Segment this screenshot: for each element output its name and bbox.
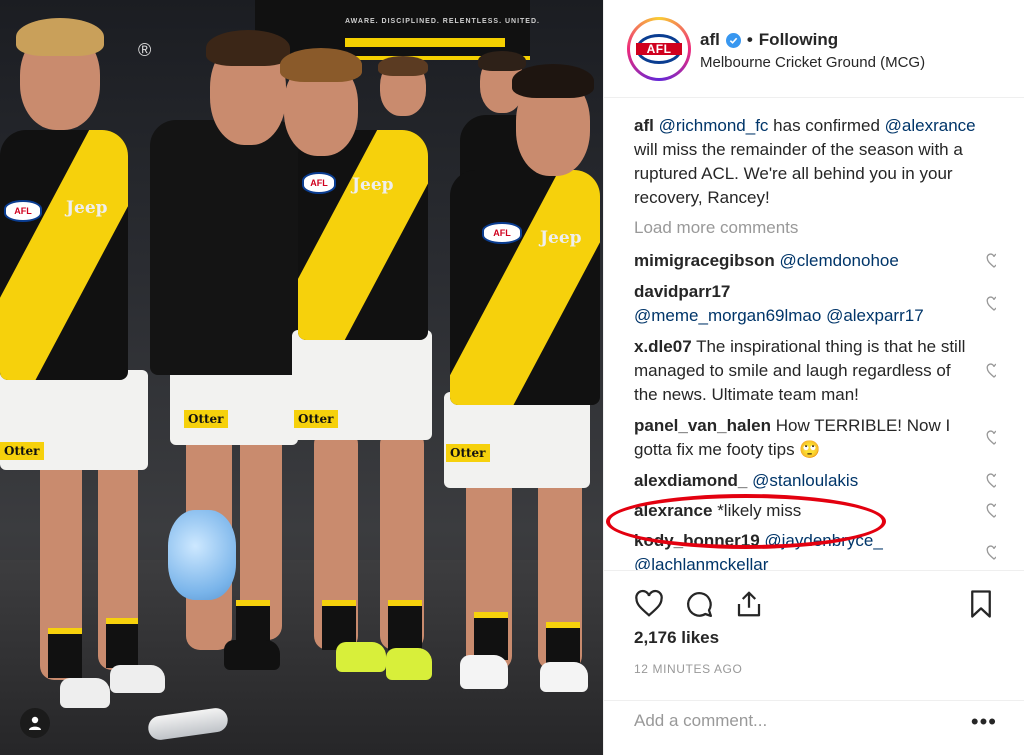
shorts-sponsor: Otter <box>184 410 228 428</box>
more-options-button[interactable]: ••• <box>971 709 997 735</box>
header-username[interactable]: afl <box>700 30 720 50</box>
comment-composer: Add a comment... ••• <box>604 700 1024 755</box>
comment-item: kody_bonner19 @jaydenbryce_ @lachlanmcke… <box>634 529 996 570</box>
comment-item: alexdiamond_ @stanloulakis <box>634 469 996 493</box>
banner-stripe <box>345 38 505 47</box>
comments-list[interactable]: afl @richmond_fc has confirmed @alexranc… <box>634 114 996 570</box>
afl-logo: AFL <box>636 34 682 64</box>
heart-icon[interactable] <box>986 473 996 489</box>
comment-item: panel_van_halen How TERRIBLE! Now I gott… <box>634 414 996 462</box>
heart-icon[interactable] <box>986 253 996 269</box>
comment-icon[interactable] <box>684 589 714 619</box>
comment-item: davidparr17 @meme_morgan69lmao @alexparr… <box>634 280 996 328</box>
afl-badge: AFL <box>482 222 522 244</box>
ice-bag <box>168 510 236 600</box>
post-caption: afl @richmond_fc has confirmed @alexranc… <box>634 114 996 210</box>
avatar[interactable]: AFL <box>627 17 691 81</box>
caption-text: has confirmed <box>768 116 885 135</box>
comment-mention[interactable]: @meme_morgan69lmao @alexparr17 <box>634 306 924 325</box>
comment-text: *likely miss <box>717 501 802 520</box>
jersey-sponsor: Jeep <box>352 175 394 195</box>
caption-mention[interactable]: @richmond_fc <box>659 116 769 135</box>
comment-item: mimigracegibson @clemdonohoe <box>634 249 996 273</box>
comment-item-highlighted: alexrance *likely miss <box>634 499 996 523</box>
jersey-sponsor: Jeep <box>540 228 582 248</box>
comment-username[interactable]: alexrance <box>634 501 712 520</box>
location-link[interactable]: Melbourne Cricket Ground (MCG) <box>700 54 925 71</box>
comment-username[interactable]: alexdiamond_ <box>634 471 747 490</box>
registered-mark: ® <box>138 40 152 60</box>
comment-username[interactable]: x.dle07 <box>634 337 692 356</box>
heart-icon[interactable] <box>986 430 996 446</box>
bookmark-icon[interactable] <box>966 589 996 619</box>
comment-mention[interactable]: @stanloulakis <box>752 471 858 490</box>
heart-icon[interactable] <box>986 296 996 312</box>
comment-username[interactable]: panel_van_halen <box>634 416 771 435</box>
afl-badge: AFL <box>302 172 336 194</box>
separator: • <box>746 30 753 49</box>
load-more-comments-button[interactable]: Load more comments <box>634 216 996 240</box>
post-timestamp[interactable]: 12 MINUTES AGO <box>634 662 742 676</box>
afl-badge: AFL <box>4 200 42 222</box>
comment-mention[interactable]: @clemdonohoe <box>780 251 899 270</box>
comment-item: x.dle07 The inspirational thing is that … <box>634 335 996 407</box>
verified-badge-icon <box>725 32 741 48</box>
floor <box>0 560 603 755</box>
banner-text: AWARE. DISCIPLINED. RELENTLESS. UNITED. <box>345 18 540 25</box>
caption-username[interactable]: afl <box>634 116 654 135</box>
post-actions: 2,176 likes 12 MINUTES AGO <box>604 570 1024 700</box>
shorts-sponsor: Otter <box>294 410 338 428</box>
caption-text: will miss the remainder of the season wi… <box>634 140 963 207</box>
post-sidebar: AFL afl • Following Melbourne Cricket Gr… <box>603 0 1024 755</box>
heart-icon[interactable] <box>986 545 996 561</box>
user-icon <box>29 716 41 730</box>
comment-username[interactable]: mimigracegibson <box>634 251 775 270</box>
post-photo[interactable]: AWARE. DISCIPLINED. RELENTLESS. UNITED. … <box>0 0 603 755</box>
heart-icon[interactable] <box>634 589 664 619</box>
heart-icon[interactable] <box>986 363 996 379</box>
share-icon[interactable] <box>734 589 764 619</box>
comment-username[interactable]: davidparr17 <box>634 282 730 301</box>
jersey-sponsor: Jeep <box>66 198 108 218</box>
post-header: AFL afl • Following Melbourne Cricket Gr… <box>604 0 1024 98</box>
shorts-sponsor: Otter <box>446 444 490 462</box>
like-count[interactable]: 2,176 likes <box>634 628 719 648</box>
caption-mention[interactable]: @alexrance <box>885 116 976 135</box>
user-tag-button[interactable] <box>20 708 50 738</box>
comment-username[interactable]: kody_bonner19 <box>634 531 760 550</box>
heart-icon[interactable] <box>986 503 996 519</box>
following-button[interactable]: Following <box>759 30 838 50</box>
add-comment-input[interactable]: Add a comment... <box>634 711 767 731</box>
shorts-sponsor: Otter <box>0 442 44 460</box>
